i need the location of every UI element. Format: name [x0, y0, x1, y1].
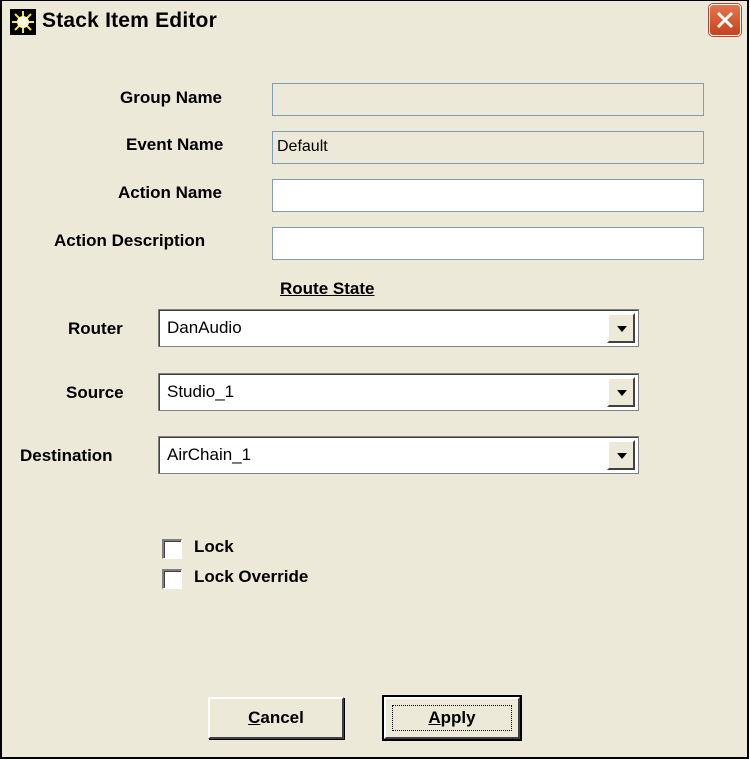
router-label: Router — [68, 319, 123, 338]
lock-label[interactable]: Lock — [194, 537, 234, 557]
destination-label: Destination — [20, 446, 113, 465]
close-button[interactable] — [709, 4, 741, 36]
action-description-field[interactable] — [272, 227, 704, 260]
router-selected-value: DanAudio — [167, 318, 242, 337]
route-state-heading: Route State — [280, 279, 375, 298]
group-name-label: Group Name — [120, 88, 223, 107]
group-name-field[interactable] — [272, 83, 704, 116]
action-name-field[interactable] — [272, 179, 704, 212]
stack-item-editor-dialog: Stack Item Editor Group Name Event Name … — [0, 0, 749, 759]
action-name-label: Action Name — [118, 183, 222, 202]
cancel-label: ancel — [260, 708, 304, 727]
chevron-down-icon — [617, 326, 627, 332]
window-title: Stack Item Editor — [42, 9, 217, 32]
source-label: Source — [66, 383, 124, 402]
chevron-down-icon — [617, 390, 627, 396]
close-icon — [716, 11, 734, 29]
action-description-label: Action Description — [54, 231, 206, 250]
source-selected-value: Studio_1 — [167, 382, 235, 401]
source-dropdown[interactable]: Studio_1 — [158, 373, 639, 411]
destination-dropdown[interactable]: AirChain_1 — [158, 436, 639, 474]
cancel-mnemonic: C — [248, 708, 261, 727]
destination-selected-value: AirChain_1 — [167, 445, 252, 464]
event-name-label: Event Name — [126, 135, 224, 154]
source-dropdown-button[interactable] — [607, 377, 635, 407]
lock-checkbox[interactable] — [162, 539, 182, 559]
destination-dropdown-button[interactable] — [607, 440, 635, 470]
apply-button[interactable]: Apply — [382, 695, 522, 741]
cancel-button[interactable]: Cancel — [208, 697, 344, 739]
lock-override-label[interactable]: Lock Override — [194, 567, 308, 587]
lock-override-checkbox[interactable] — [162, 569, 182, 589]
focus-ring — [392, 705, 512, 731]
event-name-field[interactable]: Default — [272, 131, 704, 164]
router-dropdown[interactable]: DanAudio — [158, 309, 639, 347]
sun-burst-icon — [10, 9, 36, 35]
title-bar[interactable]: Stack Item Editor — [2, 1, 747, 43]
chevron-down-icon — [617, 453, 627, 459]
router-dropdown-button[interactable] — [607, 313, 635, 343]
